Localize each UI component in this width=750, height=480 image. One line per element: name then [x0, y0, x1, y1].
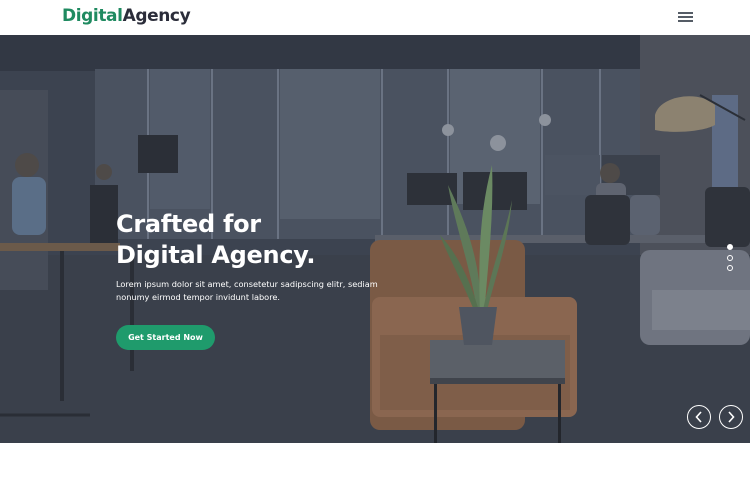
hero-title: Crafted for Digital Agency. — [116, 209, 316, 271]
office-photo — [0, 35, 750, 443]
chevron-right-icon — [728, 411, 735, 423]
hero-title-line-2: Digital Agency. — [116, 241, 316, 269]
slider-next-button[interactable] — [719, 405, 743, 429]
logo-primary: Digital — [62, 6, 123, 26]
slider-dot-2[interactable] — [727, 254, 733, 261]
hero-description: Lorem ipsum dolor sit amet, consetetur s… — [116, 279, 378, 302]
logo[interactable]: DigitalAgency — [62, 6, 191, 26]
slider-dot-3[interactable] — [727, 265, 733, 271]
hero-title-line-1: Crafted for — [116, 210, 261, 238]
slider-dot-1[interactable] — [727, 244, 733, 250]
slider-prev-button[interactable] — [687, 405, 711, 429]
logo-secondary: Agency — [122, 6, 191, 26]
hamburger-menu-icon[interactable] — [678, 10, 695, 24]
slider-pagination — [727, 244, 735, 276]
hero-slider: Crafted for Digital Agency. Lorem ipsum … — [0, 35, 750, 443]
get-started-button[interactable]: Get Started Now — [116, 325, 215, 350]
navbar: DigitalAgency — [0, 0, 750, 35]
chevron-left-icon — [695, 411, 702, 423]
